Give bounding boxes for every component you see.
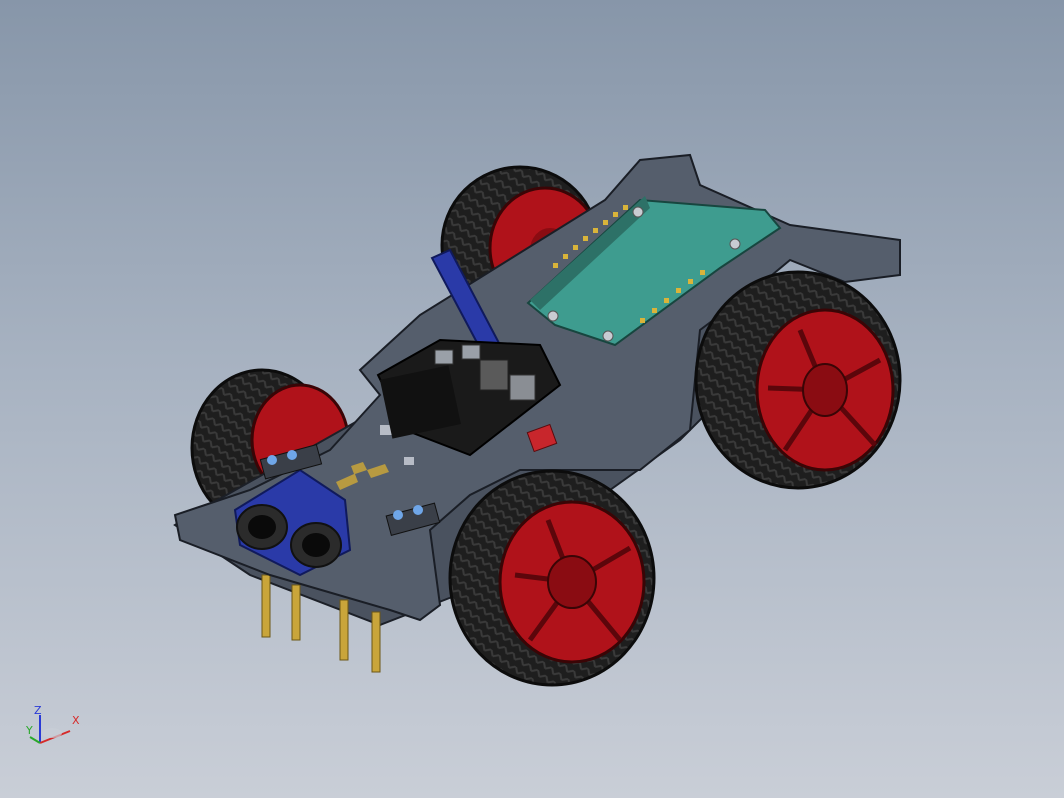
triad-z-label: Z [34, 704, 42, 717]
triad-x-label: X [72, 714, 80, 727]
wheel-front-right[interactable] [448, 469, 656, 687]
wheel-rear-right[interactable] [694, 270, 902, 490]
robot-car-model[interactable] [0, 0, 1064, 798]
axis-triad: Z X Y [22, 703, 86, 755]
triad-y-label: Y [26, 724, 33, 737]
graphics-viewport[interactable]: Z X Y [0, 0, 1064, 798]
